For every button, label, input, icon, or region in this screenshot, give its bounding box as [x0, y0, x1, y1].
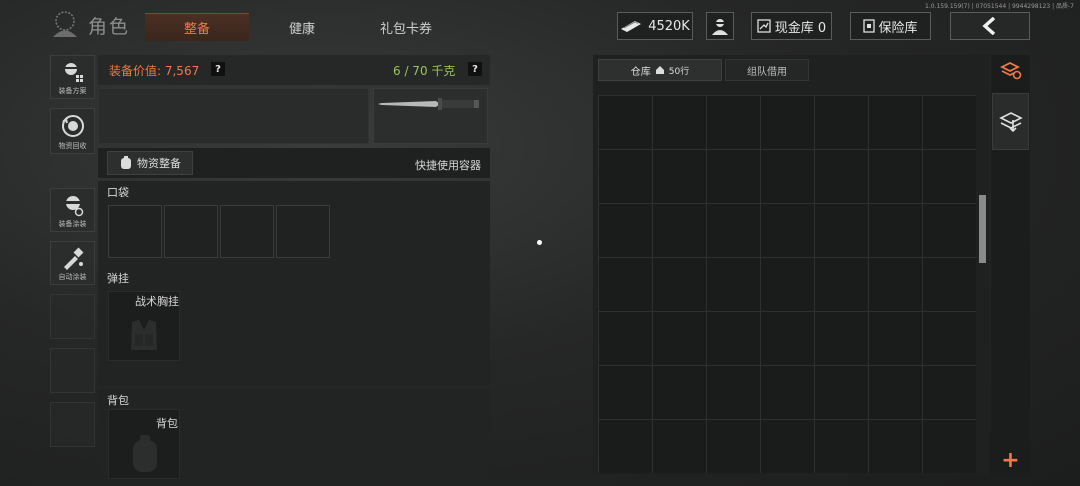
rig-title: 弹挂	[107, 272, 129, 285]
page-title: 角色	[88, 16, 131, 38]
layers-download-icon	[998, 111, 1023, 132]
tab-loadout[interactable]: 整备	[145, 13, 249, 41]
tab-health[interactable]: 健康	[258, 13, 346, 41]
tab-warehouse[interactable]: 仓库 50行	[598, 59, 722, 81]
home-icon	[655, 66, 664, 74]
backpack-slot[interactable]: 背包	[108, 409, 180, 479]
cash-icon	[621, 21, 642, 32]
tab-team-borrow[interactable]: 组队借用	[725, 59, 809, 81]
character-logo-icon	[53, 11, 77, 37]
gear-paint-icon	[65, 196, 83, 217]
chest-rig-label: 战术胸挂	[135, 295, 179, 308]
loadout-plan-button[interactable]: 装备方案	[50, 55, 95, 99]
recycle-icon	[61, 115, 84, 137]
warehouse-rows-label: 50行	[668, 66, 690, 77]
weight-label: 6 / 70 千克	[393, 64, 456, 78]
currency-display[interactable]: 4520K	[617, 12, 693, 40]
tab-gift-coupons[interactable]: 礼包卡券	[352, 13, 460, 41]
warehouse-grid[interactable]	[598, 95, 976, 473]
chevron-left-icon	[982, 17, 996, 35]
warehouse-scrollbar[interactable]	[979, 195, 986, 263]
cursor-dot	[537, 240, 542, 245]
gear-value-help-button[interactable]: ?	[211, 62, 225, 76]
gear-value-label: 装备价值: 7,567	[109, 64, 200, 78]
material-recycle-button[interactable]: 物资回收	[50, 108, 95, 154]
melee-slot[interactable]	[373, 88, 488, 144]
pocket-slot[interactable]	[164, 205, 218, 258]
sort-warehouse-button[interactable]	[992, 57, 1029, 85]
agent-portrait-icon	[712, 19, 728, 35]
warehouse-tab-label: 仓库	[630, 66, 651, 78]
knife-icon	[378, 98, 479, 110]
weight-help-button[interactable]: ?	[468, 62, 482, 76]
pocket-slot[interactable]	[220, 205, 274, 258]
backpack-icon	[133, 435, 157, 472]
backpack-title: 背包	[107, 394, 129, 407]
safe-vault-label: 保险库	[878, 20, 918, 36]
pocket-title: 口袋	[107, 186, 129, 199]
layers-sort-icon	[999, 61, 1021, 80]
loadout-plan-icon	[64, 63, 83, 82]
cash-vault-label: 现金库 0	[774, 20, 827, 36]
auto-paint-label: 自动涂装	[58, 273, 87, 281]
backpack-small-icon	[121, 156, 131, 169]
cash-vault-button[interactable]: 现金库 0	[751, 12, 832, 40]
empty-menu-slot	[50, 348, 95, 393]
gear-paint-label: 装备涂装	[58, 220, 87, 228]
back-button[interactable]	[950, 12, 1030, 40]
empty-menu-slot	[50, 402, 95, 447]
loadout-plan-label: 装备方案	[58, 87, 87, 95]
store-all-button[interactable]	[992, 93, 1029, 150]
supply-prep-button[interactable]: 物资整备	[107, 151, 193, 175]
pocket-slot[interactable]	[108, 205, 162, 258]
material-recycle-label: 物资回收	[58, 142, 87, 150]
gear-paint-button[interactable]: 装备涂装	[50, 188, 95, 232]
auto-paint-icon	[63, 247, 83, 270]
safe-icon	[863, 19, 876, 33]
chest-rig-slot[interactable]: 战术胸挂	[108, 291, 180, 361]
quick-use-container-label[interactable]: 快捷使用容器	[415, 157, 481, 173]
auto-paint-button[interactable]: 自动涂装	[50, 241, 95, 285]
safe-vault-button[interactable]: 保险库	[850, 12, 931, 40]
supply-prep-label: 物资整备	[137, 157, 181, 170]
chest-rig-icon	[131, 320, 157, 350]
empty-menu-slot	[50, 294, 95, 339]
currency-amount: 4520K	[648, 18, 690, 34]
add-warehouse-button[interactable]: +	[992, 446, 1029, 474]
version-text: 1.0.159.159(7) | 07051544 | 9944298123 |…	[925, 3, 1074, 10]
pocket-slot[interactable]	[276, 205, 330, 258]
cash-vault-icon	[757, 19, 771, 33]
agent-button[interactable]	[706, 12, 734, 40]
weapon-slot-primary[interactable]	[98, 88, 369, 144]
backpack-label: 背包	[156, 417, 178, 430]
